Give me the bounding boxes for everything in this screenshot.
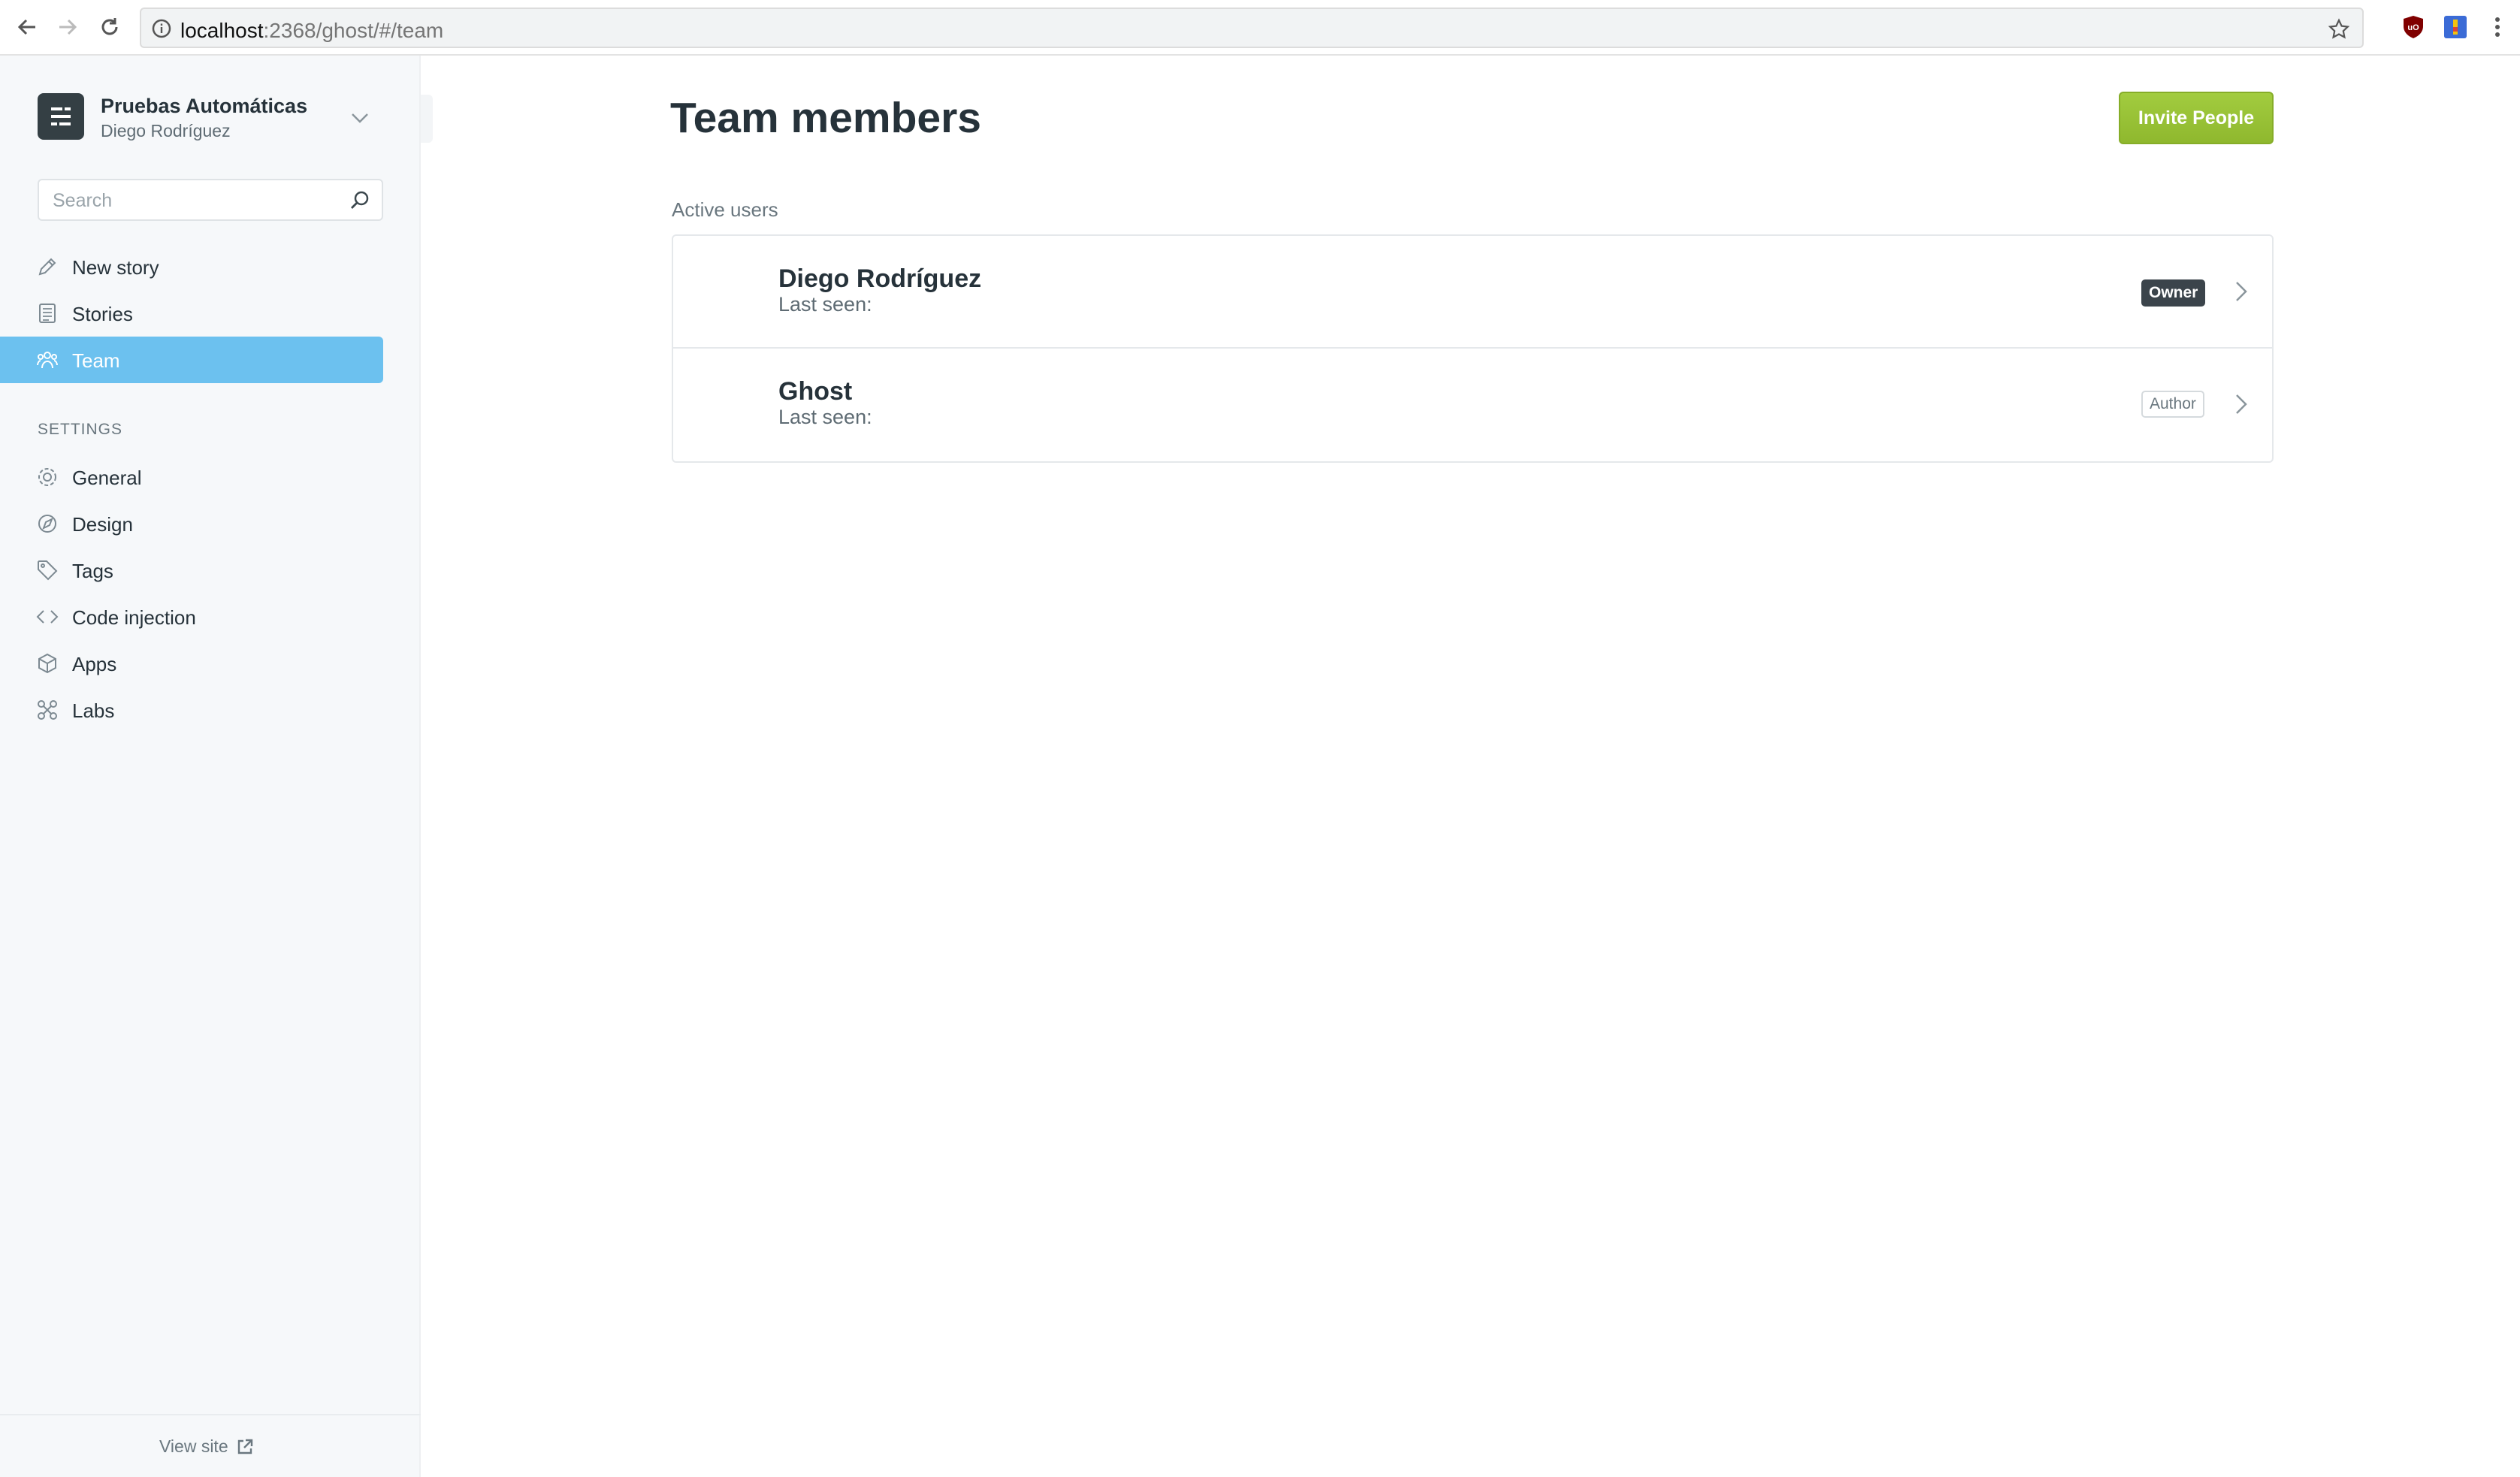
blog-title: Pruebas Automáticas: [101, 95, 308, 117]
user-row[interactable]: Diego Rodríguez Last seen: Owner: [673, 236, 2272, 349]
reload-icon: [101, 18, 118, 35]
nav-item-label: Tags: [72, 560, 113, 582]
search-box[interactable]: [38, 179, 383, 221]
user-name: Ghost: [778, 377, 853, 406]
nav-item-general[interactable]: General: [0, 454, 383, 500]
invite-people-button[interactable]: Invite People: [2119, 92, 2274, 144]
view-site-label: View site: [159, 1436, 228, 1456]
nav-item-label: Labs: [72, 699, 115, 722]
user-name: Diego Rodríguez: [778, 264, 982, 293]
pencil-icon: [38, 258, 56, 276]
ghost-logo-icon: [51, 107, 71, 125]
user-last-seen: Last seen:: [778, 293, 872, 316]
url-text: localhost:2368/ghost/#/team: [180, 19, 443, 43]
nav-item-tags[interactable]: Tags: [0, 547, 383, 594]
sidebar: Pruebas Automáticas Diego Rodríguez New …: [0, 56, 421, 1477]
nav-item-label: Design: [72, 513, 133, 536]
reload-button[interactable]: [93, 11, 126, 44]
nav-item-stories[interactable]: Stories: [0, 290, 383, 337]
browser-menu-icon[interactable]: [2484, 14, 2511, 41]
team-icon: [37, 352, 58, 369]
url-path: :2368/ghost/#/team: [263, 19, 444, 42]
settings-heading: SETTINGS: [38, 421, 123, 438]
browser-toolbar: localhost:2368/ghost/#/team uO: [0, 0, 2520, 56]
address-bar[interactable]: localhost:2368/ghost/#/team: [140, 8, 2364, 48]
design-icon: [38, 515, 56, 533]
nav-item-label: Stories: [72, 303, 133, 325]
chevron-right-icon: [2236, 394, 2247, 414]
code-icon: [36, 610, 59, 624]
nav-item-label: General: [72, 467, 142, 489]
chevron-right-icon: [2236, 282, 2247, 301]
active-users-heading: Active users: [672, 198, 778, 221]
back-button[interactable]: [11, 11, 44, 44]
arrow-left-icon: [17, 19, 35, 35]
nav-item-apps[interactable]: Apps: [0, 640, 383, 687]
user-row[interactable]: Ghost Last seen: Author: [673, 349, 2272, 461]
role-badge-owner: Owner: [2141, 279, 2206, 307]
info-icon: [152, 19, 171, 38]
svg-text:uO: uO: [2407, 23, 2419, 32]
apps-icon: [38, 653, 56, 674]
nav-item-code-injection[interactable]: Code injection: [0, 594, 383, 640]
forward-button[interactable]: [51, 11, 84, 44]
tag-icon: [38, 560, 58, 581]
current-user-name: Diego Rodríguez: [101, 121, 231, 140]
nav-item-label: Team: [72, 349, 120, 372]
stories-icon: [39, 304, 56, 323]
nav-item-team[interactable]: Team: [0, 337, 383, 383]
page-title: Team members: [670, 94, 981, 142]
view-site-link[interactable]: View site: [159, 1436, 254, 1457]
gear-icon: [38, 468, 56, 486]
search-input[interactable]: [53, 189, 338, 212]
user-last-seen: Last seen:: [778, 406, 872, 428]
active-users-list: Diego Rodríguez Last seen: Owner Ghost L…: [672, 234, 2274, 463]
ublock-extension-icon[interactable]: uO: [2400, 14, 2427, 41]
view-site-footer: View site: [0, 1414, 421, 1477]
blog-logo: [38, 93, 84, 140]
nav-item-new-story[interactable]: New story: [0, 243, 383, 290]
blog-switcher[interactable]: Pruebas Automáticas Diego Rodríguez: [38, 93, 383, 143]
arrow-right-icon: [59, 19, 77, 35]
nav-item-labs[interactable]: Labs: [0, 687, 383, 733]
external-link-icon: [237, 1439, 252, 1454]
nav-item-label: New story: [72, 256, 159, 279]
search-icon[interactable]: [349, 189, 371, 212]
nav-item-label: Apps: [72, 653, 117, 675]
url-host: localhost: [180, 19, 264, 42]
sidebar-collapse-handle[interactable]: [421, 95, 433, 143]
labs-icon: [38, 700, 57, 720]
role-badge-author: Author: [2141, 391, 2204, 418]
nav-item-design[interactable]: Design: [0, 500, 383, 547]
nav-item-label: Code injection: [72, 606, 196, 629]
star-icon[interactable]: [2328, 18, 2350, 41]
extension-icon[interactable]: [2442, 14, 2469, 41]
chevron-down-icon: [352, 113, 368, 123]
